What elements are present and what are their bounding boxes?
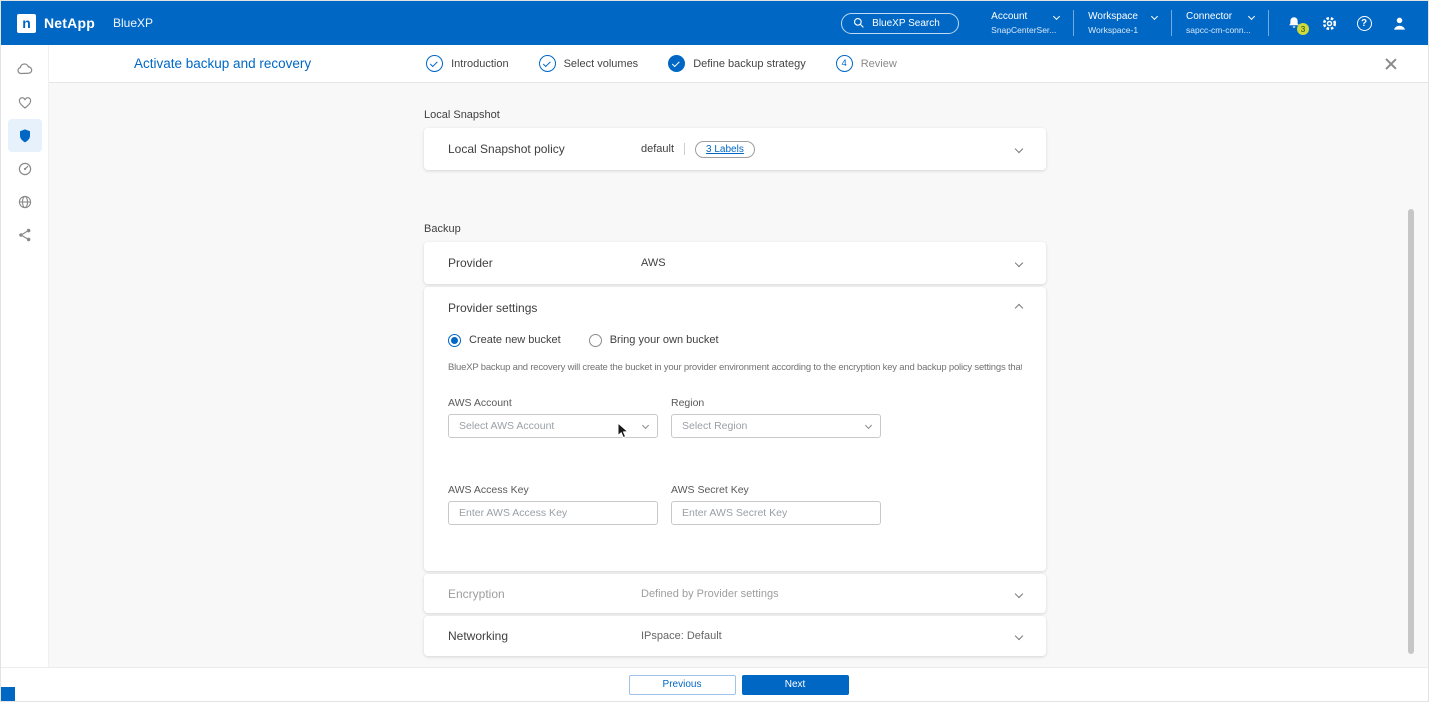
search-icon <box>852 16 866 30</box>
local-snapshot-policy-value: default <box>641 143 674 155</box>
radio-byo-label: Bring your own bucket <box>610 334 719 346</box>
networking-label: Networking <box>448 629 508 643</box>
step-label: Introduction <box>451 58 508 70</box>
workspace-menu[interactable]: Workspace Workspace-1 <box>1074 11 1171 35</box>
connector-menu[interactable]: Connector sapcc-cm-conn... <box>1172 11 1268 35</box>
backup-heading: Backup <box>424 223 1046 235</box>
provider-label: Provider <box>448 256 493 270</box>
sidebar-item-health[interactable] <box>8 86 42 119</box>
labels-badge[interactable]: 3 Labels <box>695 141 755 158</box>
bucket-info-text: BlueXP backup and recovery will create t… <box>448 362 1022 373</box>
aws-account-label: AWS Account <box>448 397 658 409</box>
local-snapshot-policy-label: Local Snapshot policy <box>448 142 565 156</box>
step-define-backup-strategy[interactable]: Define backup strategy <box>668 55 806 72</box>
top-icon-group: 3 ? <box>1269 14 1428 32</box>
product-name: BlueXP <box>113 16 153 30</box>
divider <box>684 143 685 155</box>
step-review[interactable]: 4 Review <box>836 55 897 72</box>
workspace-value: Workspace-1 <box>1088 25 1157 35</box>
region-select[interactable]: Select Region <box>671 414 881 438</box>
chevron-down-icon <box>1151 13 1158 20</box>
aws-account-select-value: Select AWS Account <box>459 420 554 432</box>
netapp-brand: n NetApp BlueXP <box>1 14 153 33</box>
previous-button[interactable]: Previous <box>629 675 736 695</box>
left-sidebar <box>1 45 49 701</box>
wizard-header: Activate backup and recovery Introductio… <box>49 45 1428 83</box>
sidebar-item-protection[interactable] <box>8 119 42 152</box>
chevron-down-icon <box>1053 13 1060 20</box>
aws-secret-key-input[interactable] <box>671 501 881 525</box>
radio-selected-icon <box>448 334 461 347</box>
brand-name: NetApp <box>44 15 95 31</box>
account-value: SnapCenterSer... <box>991 25 1059 35</box>
main-content: Local Snapshot Local Snapshot policy def… <box>49 83 1428 667</box>
bluexp-window: n NetApp BlueXP BlueXP Search Account Sn… <box>0 0 1429 702</box>
workspace-label: Workspace <box>1088 11 1138 22</box>
chevron-down-icon <box>642 421 649 428</box>
encryption-label: Encryption <box>448 587 505 601</box>
vertical-scrollbar[interactable] <box>1408 209 1414 654</box>
sidebar-item-mobility[interactable] <box>8 185 42 218</box>
step-number-icon: 4 <box>836 55 853 72</box>
local-snapshot-heading: Local Snapshot <box>424 109 1046 121</box>
settings-gear-icon[interactable] <box>1320 14 1338 32</box>
step-done-icon <box>539 55 556 72</box>
chat-widget-tab[interactable] <box>1 687 15 701</box>
next-button[interactable]: Next <box>742 675 849 695</box>
radio-unselected-icon <box>589 334 602 347</box>
chevron-down-icon[interactable] <box>1015 589 1023 597</box>
step-done-icon <box>426 55 443 72</box>
top-navigation-bar: n NetApp BlueXP BlueXP Search Account Sn… <box>1 1 1428 45</box>
wizard-title: Activate backup and recovery <box>134 56 311 71</box>
encryption-value: Defined by Provider settings <box>641 588 779 600</box>
sidebar-item-governance[interactable] <box>8 152 42 185</box>
chevron-down-icon[interactable] <box>1015 632 1023 640</box>
step-introduction[interactable]: Introduction <box>426 55 508 72</box>
aws-secret-key-label: AWS Secret Key <box>671 484 881 496</box>
aws-account-select[interactable]: Select AWS Account <box>448 414 658 438</box>
chevron-down-icon[interactable] <box>1015 145 1023 153</box>
step-label: Select volumes <box>564 58 639 70</box>
provider-settings-label: Provider settings <box>448 301 537 315</box>
connector-label: Connector <box>1186 11 1232 22</box>
provider-settings-card: Provider settings Create new bucket Brin… <box>424 287 1046 571</box>
close-icon[interactable] <box>1384 57 1398 71</box>
step-select-volumes[interactable]: Select volumes <box>539 55 639 72</box>
step-label: Define backup strategy <box>693 58 806 70</box>
help-icon[interactable]: ? <box>1355 14 1373 32</box>
chevron-up-icon[interactable] <box>1015 304 1023 312</box>
wizard-stepper: Introduction Select volumes Define backu… <box>426 55 897 72</box>
chevron-down-icon <box>1248 13 1255 20</box>
sidebar-item-extensions[interactable] <box>8 218 42 251</box>
step-active-icon <box>668 55 685 72</box>
local-snapshot-policy-card: Local Snapshot policy default 3 Labels <box>424 128 1046 170</box>
networking-card: Networking IPspace: Default <box>424 616 1046 656</box>
region-label: Region <box>671 397 881 409</box>
bucket-radio-group: Create new bucket Bring your own bucket <box>448 329 1022 351</box>
radio-create-new-bucket[interactable]: Create new bucket <box>448 334 561 347</box>
provider-card: Provider AWS <box>424 242 1046 284</box>
region-select-value: Select Region <box>682 420 747 432</box>
notification-badge: 3 <box>1297 23 1309 35</box>
account-label: Account <box>991 11 1027 22</box>
notifications-bell-icon[interactable]: 3 <box>1285 14 1303 32</box>
radio-create-label: Create new bucket <box>469 334 561 346</box>
aws-access-key-label: AWS Access Key <box>448 484 658 496</box>
networking-value: IPspace: Default <box>641 630 722 642</box>
connector-value: sapcc-cm-conn... <box>1186 25 1254 35</box>
search-placeholder: BlueXP Search <box>872 18 940 29</box>
chevron-down-icon <box>865 421 872 428</box>
netapp-logo-icon: n <box>17 14 36 33</box>
radio-bring-your-own-bucket[interactable]: Bring your own bucket <box>589 334 719 347</box>
chevron-down-icon[interactable] <box>1015 259 1023 267</box>
account-menu[interactable]: Account SnapCenterSer... <box>977 11 1073 35</box>
sidebar-item-storage[interactable] <box>8 53 42 86</box>
user-profile-icon[interactable] <box>1390 14 1408 32</box>
encryption-card: Encryption Defined by Provider settings <box>424 574 1046 613</box>
bluexp-search[interactable]: BlueXP Search <box>841 13 959 34</box>
step-label: Review <box>861 58 897 70</box>
wizard-footer: Previous Next <box>1 667 1428 701</box>
aws-access-key-input[interactable] <box>448 501 658 525</box>
provider-value: AWS <box>641 257 666 269</box>
